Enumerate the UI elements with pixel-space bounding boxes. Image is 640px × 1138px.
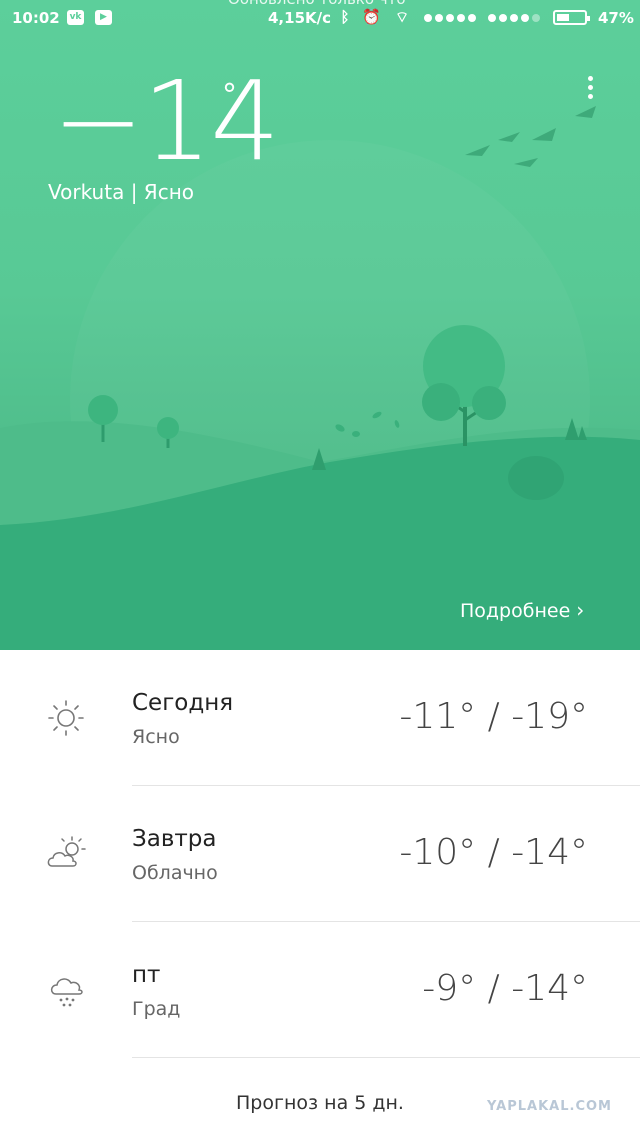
details-link[interactable]: Подробнее › [460, 598, 584, 622]
forecast-day: Сегодня [132, 690, 234, 716]
chevron-right-icon: › [576, 598, 585, 622]
weather-hero: Обновлено только что 10:02 vk ▶ 4,15K/c … [0, 0, 640, 650]
forecast-row-friday[interactable]: пт Град -9° / -14° [0, 922, 640, 1058]
location-line[interactable]: Vorkuta | Ясно [48, 180, 194, 204]
hail-icon [50, 978, 83, 1007]
vk-icon: vk [67, 10, 84, 25]
status-bar: Обновлено только что 10:02 vk ▶ 4,15K/c … [0, 0, 640, 36]
signal-strength-sim2-icon [488, 14, 540, 22]
watermark: YAPLAKAL.COM [487, 1099, 612, 1114]
forecast-row-tomorrow[interactable]: Завтра Облачно -10° / -14° [0, 786, 640, 922]
bluetooth-icon: ᛒ [340, 8, 350, 26]
forecast-condition: Облачно [132, 862, 218, 884]
forecast-row-today[interactable]: Сегодня Ясно -11° / -19° [0, 650, 640, 786]
partly-cloudy-icon [47, 836, 86, 867]
city-separator: | [130, 180, 138, 204]
current-condition: Ясно [143, 180, 195, 204]
degree-symbol: ° [222, 78, 237, 113]
forecast-temp-range: -9° / -14° [422, 968, 588, 1009]
wifi-icon: ⌔ [394, 8, 410, 26]
forecast-day: пт [132, 962, 161, 988]
notification-ticker: Обновлено только что [228, 0, 406, 8]
network-speed: 4,15K/c [268, 9, 332, 27]
five-day-label: Прогноз на 5 дн. [236, 1092, 404, 1114]
overflow-menu-icon[interactable] [580, 76, 600, 106]
details-label: Подробнее [460, 600, 571, 622]
forecast-condition: Ясно [132, 726, 180, 748]
signal-strength-sim1-icon [424, 14, 476, 22]
play-store-icon: ▶ [95, 10, 112, 25]
forecast-list: Сегодня Ясно -11° / -19° Завтра Облачно … [0, 650, 640, 1058]
forecast-condition: Град [132, 998, 181, 1020]
current-temperature: −14 [52, 57, 280, 185]
forecast-temp-range: -11° / -19° [399, 696, 588, 737]
status-time: 10:02 [12, 9, 60, 27]
city-name: Vorkuta [48, 180, 125, 204]
alarm-icon: ⏰ [362, 8, 381, 26]
forecast-day: Завтра [132, 826, 217, 852]
sun-icon [48, 700, 84, 736]
battery-icon [553, 10, 590, 25]
forecast-temp-range: -10° / -14° [399, 832, 588, 873]
battery-percent: 47% [598, 9, 634, 27]
